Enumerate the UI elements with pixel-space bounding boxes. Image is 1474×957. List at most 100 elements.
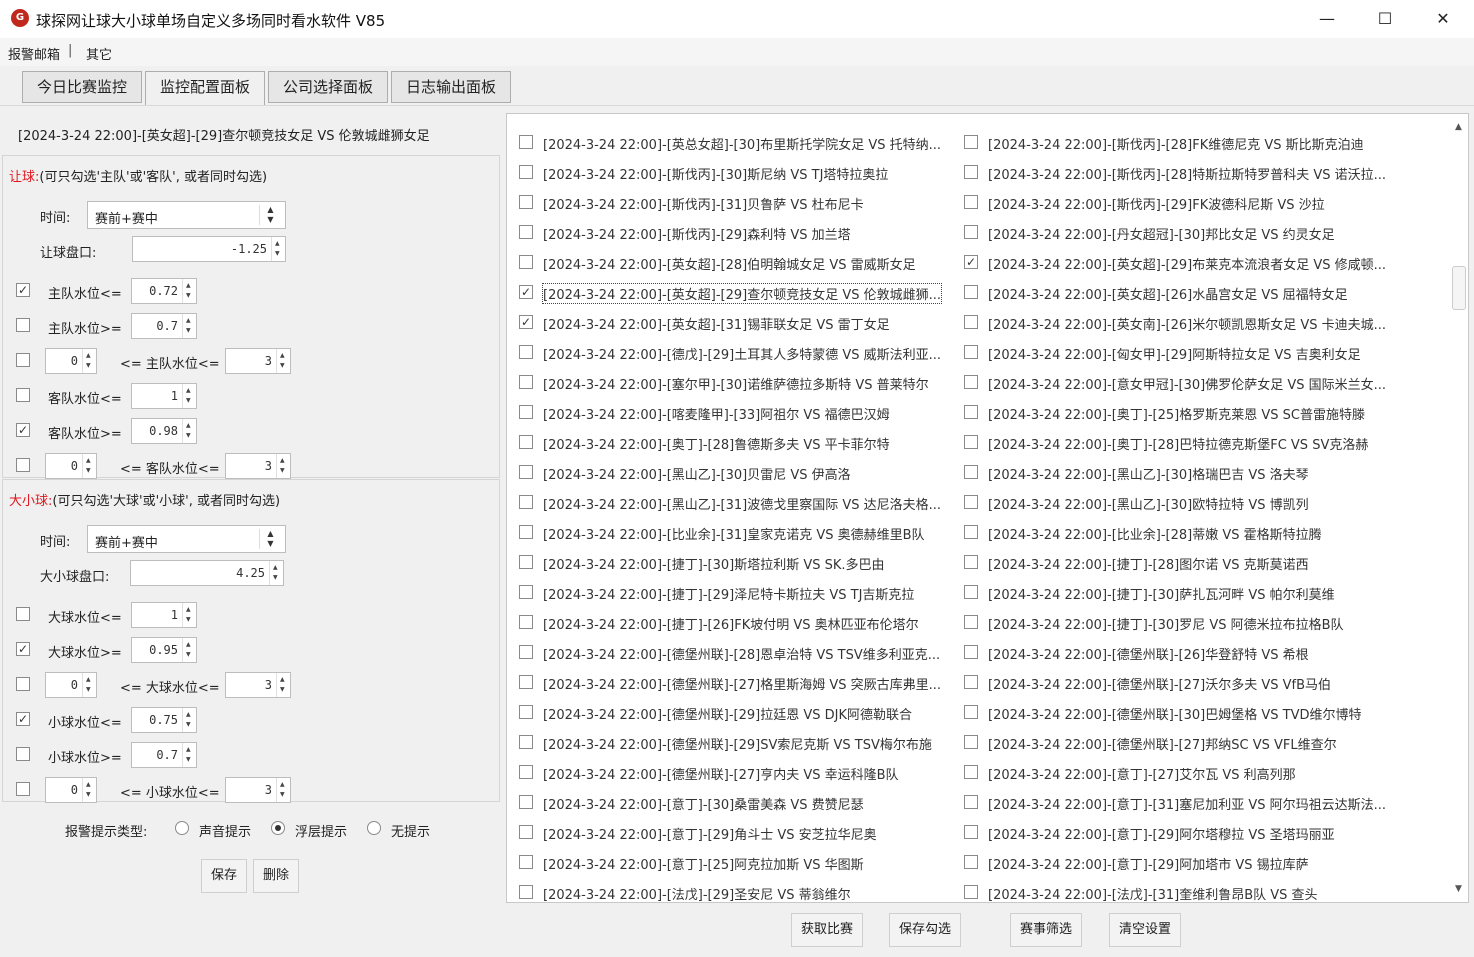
match-checkbox[interactable] — [519, 375, 533, 389]
totals-range-low-spinner[interactable]: 0 ▲ ▼ — [45, 777, 97, 803]
match-checkbox[interactable] — [964, 345, 978, 359]
handicap-row-checkbox[interactable] — [16, 458, 30, 472]
totals-row-spinner[interactable]: 0.75 ▲ ▼ — [131, 707, 197, 733]
match-list-item[interactable]: [2024-3-24 22:00]-[意丁]-[30]桑雷美森 VS 费赞尼瑟 — [519, 788, 959, 818]
match-list-item[interactable]: [2024-3-24 22:00]-[德堡州联]-[27]亨内夫 VS 幸运科隆… — [519, 758, 959, 788]
handicap-row-checkbox[interactable] — [16, 388, 30, 402]
match-checkbox[interactable] — [519, 345, 533, 359]
match-checkbox[interactable] — [519, 795, 533, 809]
match-checkbox[interactable] — [964, 465, 978, 479]
match-list-item[interactable]: [2024-3-24 22:00]-[意丁]-[31]塞尼加利亚 VS 阿尔玛祖… — [964, 788, 1404, 818]
match-checkbox[interactable] — [964, 825, 978, 839]
match-checkbox[interactable]: ✓ — [519, 285, 533, 299]
match-list-item[interactable]: ✓ [2024-3-24 22:00]-[英女超]-[29]查尔顿竞技女足 VS … — [519, 278, 959, 308]
match-checkbox[interactable] — [519, 435, 533, 449]
match-checkbox[interactable] — [519, 585, 533, 599]
match-checkbox[interactable] — [519, 255, 533, 269]
match-list-item[interactable]: [2024-3-24 22:00]-[捷丁]-[29]泽尼特卡斯拉夫 VS TJ… — [519, 578, 959, 608]
match-checkbox[interactable] — [519, 525, 533, 539]
handicap-time-select[interactable]: 赛前+赛中 ▲ ▼ — [87, 201, 286, 229]
totals-row-checkbox[interactable]: ✓ — [16, 642, 30, 656]
spinner-arrows-icon[interactable]: ▲ ▼ — [82, 778, 96, 802]
scroll-down-icon[interactable]: ▼ — [1455, 884, 1462, 894]
match-checkbox[interactable] — [964, 225, 978, 239]
handicap-row-spinner[interactable]: 0.72 ▲ ▼ — [131, 278, 197, 304]
match-list-item[interactable]: [2024-3-24 22:00]-[英女南]-[26]米尔顿凯恩斯女足 VS … — [964, 308, 1404, 338]
match-checkbox[interactable] — [964, 165, 978, 179]
tab-today-monitor[interactable]: 今日比赛监控 — [22, 71, 142, 103]
spinner-arrows-icon[interactable]: ▲ ▼ — [269, 561, 283, 585]
save-selection-button[interactable]: 保存勾选 — [889, 913, 961, 947]
handicap-range-high-spinner[interactable]: 3 ▲ ▼ — [225, 453, 291, 479]
match-list-item[interactable]: [2024-3-24 22:00]-[斯伐丙]-[29]FK波德科尼斯 VS 沙… — [964, 188, 1404, 218]
tab-log-output[interactable]: 日志输出面板 — [391, 71, 511, 103]
spinner-arrows-icon[interactable]: ▲ ▼ — [182, 419, 196, 443]
match-checkbox[interactable] — [964, 405, 978, 419]
match-list-item[interactable]: [2024-3-24 22:00]-[意丁]-[25]阿克拉加斯 VS 华图斯 — [519, 848, 959, 878]
close-button[interactable]: ✕ — [1414, 0, 1472, 38]
spinner-arrows-icon[interactable]: ▲ ▼ — [182, 603, 196, 627]
match-list-item[interactable]: [2024-3-24 22:00]-[德堡州联]-[30]巴姆堡格 VS TVD… — [964, 698, 1404, 728]
match-checkbox[interactable] — [964, 195, 978, 209]
match-list-item[interactable]: [2024-3-24 22:00]-[德堡州联]-[29]拉廷恩 VS DJK阿… — [519, 698, 959, 728]
save-button[interactable]: 保存 — [201, 859, 247, 893]
handicap-row-checkbox[interactable]: ✓ — [16, 423, 30, 437]
spinner-arrows-icon[interactable]: ▲ ▼ — [82, 454, 96, 478]
match-list-item[interactable]: [2024-3-24 22:00]-[捷丁]-[26]FK坡付明 VS 奥林匹亚… — [519, 608, 959, 638]
match-checkbox[interactable] — [964, 735, 978, 749]
match-list-item[interactable]: [2024-3-24 22:00]-[意丁]-[27]艾尔瓦 VS 利高列那 — [964, 758, 1404, 788]
match-list-item[interactable]: [2024-3-24 22:00]-[斯伐丙]-[29]森利特 VS 加兰塔 — [519, 218, 959, 248]
match-list-item[interactable]: [2024-3-24 22:00]-[德堡州联]-[27]沃尔多夫 VS VfB… — [964, 668, 1404, 698]
handicap-line-spinner[interactable]: -1.25 ▲ ▼ — [132, 236, 286, 262]
match-list-item[interactable]: [2024-3-24 22:00]-[黑山乙]-[30]格瑞巴吉 VS 洛夫琴 — [964, 458, 1404, 488]
spinner-arrows-icon[interactable]: ▲ ▼ — [82, 673, 96, 697]
totals-range-high-spinner[interactable]: 3 ▲ ▼ — [225, 672, 291, 698]
match-checkbox[interactable] — [519, 825, 533, 839]
match-checkbox[interactable]: ✓ — [964, 255, 978, 269]
match-checkbox[interactable] — [964, 495, 978, 509]
handicap-range-low-spinner[interactable]: 0 ▲ ▼ — [45, 348, 97, 374]
handicap-range-high-spinner[interactable]: 3 ▲ ▼ — [225, 348, 291, 374]
spinner-arrows-icon[interactable]: ▲ ▼ — [276, 673, 290, 697]
match-checkbox[interactable] — [964, 645, 978, 659]
totals-row-spinner[interactable]: 0.7 ▲ ▼ — [131, 742, 197, 768]
spinner-arrows-icon[interactable]: ▲ ▼ — [182, 279, 196, 303]
match-checkbox[interactable] — [964, 585, 978, 599]
match-checkbox[interactable] — [964, 675, 978, 689]
match-checkbox[interactable] — [519, 555, 533, 569]
match-checkbox[interactable] — [964, 135, 978, 149]
spinner-arrows-icon[interactable]: ▲ ▼ — [182, 314, 196, 338]
match-list-item[interactable]: [2024-3-24 22:00]-[意丁]-[29]角斗士 VS 安芝拉华尼奥 — [519, 818, 959, 848]
match-list-item[interactable]: [2024-3-24 22:00]-[英女超]-[28]伯明翰城女足 VS 雷威… — [519, 248, 959, 278]
match-list-item[interactable]: [2024-3-24 22:00]-[比业余]-[31]皇家克诺克 VS 奥德赫… — [519, 518, 959, 548]
match-checkbox[interactable] — [519, 465, 533, 479]
match-checkbox[interactable] — [519, 645, 533, 659]
spinner-arrows-icon[interactable]: ▲ ▼ — [276, 349, 290, 373]
match-checkbox[interactable] — [964, 705, 978, 719]
totals-line-spinner[interactable]: 4.25 ▲ ▼ — [130, 560, 284, 586]
totals-range-high-spinner[interactable]: 3 ▲ ▼ — [225, 777, 291, 803]
match-checkbox[interactable] — [519, 195, 533, 209]
totals-row-checkbox[interactable]: ✓ — [16, 712, 30, 726]
match-checkbox[interactable] — [519, 855, 533, 869]
match-checkbox[interactable] — [519, 705, 533, 719]
match-checkbox[interactable] — [519, 885, 533, 899]
match-list-item[interactable]: [2024-3-24 22:00]-[德堡州联]-[27]格里斯海姆 VS 突厥… — [519, 668, 959, 698]
match-list-item[interactable]: [2024-3-24 22:00]-[意丁]-[29]阿加塔市 VS 锡拉库萨 — [964, 848, 1404, 878]
match-checkbox[interactable] — [519, 765, 533, 779]
match-list-item[interactable]: [2024-3-24 22:00]-[法戊]-[31]奎维利鲁昂B队 VS 查头 — [964, 878, 1404, 902]
totals-row-checkbox[interactable] — [16, 677, 30, 691]
match-checkbox[interactable] — [964, 885, 978, 899]
match-list-item[interactable]: [2024-3-24 22:00]-[德堡州联]-[29]SV索尼克斯 VS T… — [519, 728, 959, 758]
match-checkbox[interactable]: ✓ — [519, 315, 533, 329]
match-list-item[interactable]: [2024-3-24 22:00]-[黑山乙]-[30]欧特拉特 VS 博凯列 — [964, 488, 1404, 518]
match-list-item[interactable]: [2024-3-24 22:00]-[匈女甲]-[29]阿斯特拉女足 VS 吉奥… — [964, 338, 1404, 368]
match-list-item[interactable]: ✓ [2024-3-24 22:00]-[英女超]-[29]布莱克本流浪者女足 V… — [964, 248, 1404, 278]
match-checkbox[interactable] — [964, 795, 978, 809]
match-list-item[interactable]: [2024-3-24 22:00]-[德堡州联]-[26]华登舒特 VS 希根 — [964, 638, 1404, 668]
match-list-item[interactable]: [2024-3-24 22:00]-[奥丁]-[25]格罗斯克莱恩 VS SC普… — [964, 398, 1404, 428]
match-list-item[interactable]: [2024-3-24 22:00]-[意女甲冠]-[30]佛罗伦萨女足 VS 国… — [964, 368, 1404, 398]
match-checkbox[interactable] — [964, 435, 978, 449]
match-list-item[interactable]: ✓ [2024-3-24 22:00]-[英女超]-[31]锡菲联女足 VS 雷丁… — [519, 308, 959, 338]
delete-button[interactable]: 删除 — [253, 859, 299, 893]
